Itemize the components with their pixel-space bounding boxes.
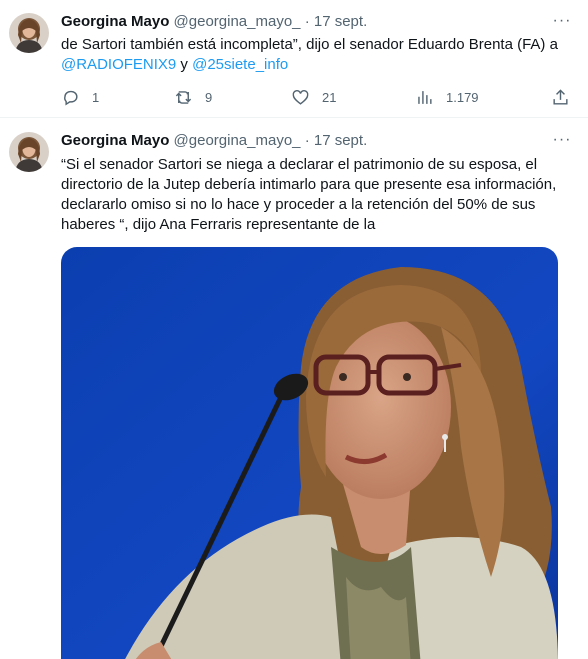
more-icon[interactable]: ··· <box>552 132 572 153</box>
tweet-date[interactable]: 17 sept. <box>314 132 367 149</box>
tweet[interactable]: Georgina Mayo @georgina_mayo_ · 17 sept.… <box>0 119 588 659</box>
like-count: 21 <box>322 89 337 105</box>
tweet-text: de Sartori también está incompleta”, dij… <box>61 35 571 75</box>
tweet-photo[interactable] <box>61 247 558 659</box>
more-icon[interactable]: ··· <box>552 13 572 34</box>
mention-link[interactable]: @25siete_info <box>192 56 288 73</box>
separator-dot: · <box>304 132 310 149</box>
reply-button[interactable]: 1 <box>61 86 99 108</box>
views-count: 1.179 <box>446 89 479 105</box>
heart-icon <box>292 89 309 105</box>
avatar[interactable] <box>9 132 49 172</box>
like-button[interactable]: 21 <box>291 86 336 108</box>
photo-woman-microphone <box>61 247 558 659</box>
author-handle[interactable]: @georgina_mayo_ <box>174 13 301 30</box>
reply-count: 1 <box>92 89 100 105</box>
mention-link[interactable]: @RADIOFENIX9 <box>61 56 176 73</box>
views-icon <box>418 90 432 104</box>
share-button[interactable] <box>551 86 570 108</box>
retweet-icon <box>175 90 192 104</box>
avatar[interactable] <box>9 13 49 53</box>
author-handle[interactable]: @georgina_mayo_ <box>174 132 301 149</box>
tweet-date[interactable]: 17 sept. <box>314 13 367 30</box>
share-icon <box>553 88 568 105</box>
author-name[interactable]: Georgina Mayo <box>61 132 169 149</box>
tweet-actions: 1 9 21 1.179 <box>61 86 573 108</box>
tweet[interactable]: Georgina Mayo @georgina_mayo_ · 17 sept.… <box>0 0 588 118</box>
retweet-count: 9 <box>205 89 213 105</box>
author-name[interactable]: Georgina Mayo <box>61 13 169 30</box>
retweet-button[interactable]: 9 <box>174 86 212 108</box>
views-button[interactable]: 1.179 <box>415 86 479 108</box>
tweet-text: “Si el senador Sartori se niega a declar… <box>61 156 557 233</box>
tweet-text-part: de Sartori también está incompleta”, dij… <box>61 36 558 53</box>
tweet-text-join: y <box>176 56 193 73</box>
reply-icon <box>64 90 78 106</box>
tweet-header: Georgina Mayo @georgina_mayo_ · 17 sept. <box>61 131 367 151</box>
tweet-header: Georgina Mayo @georgina_mayo_ · 17 sept. <box>61 12 367 32</box>
separator-dot: · <box>304 13 310 30</box>
